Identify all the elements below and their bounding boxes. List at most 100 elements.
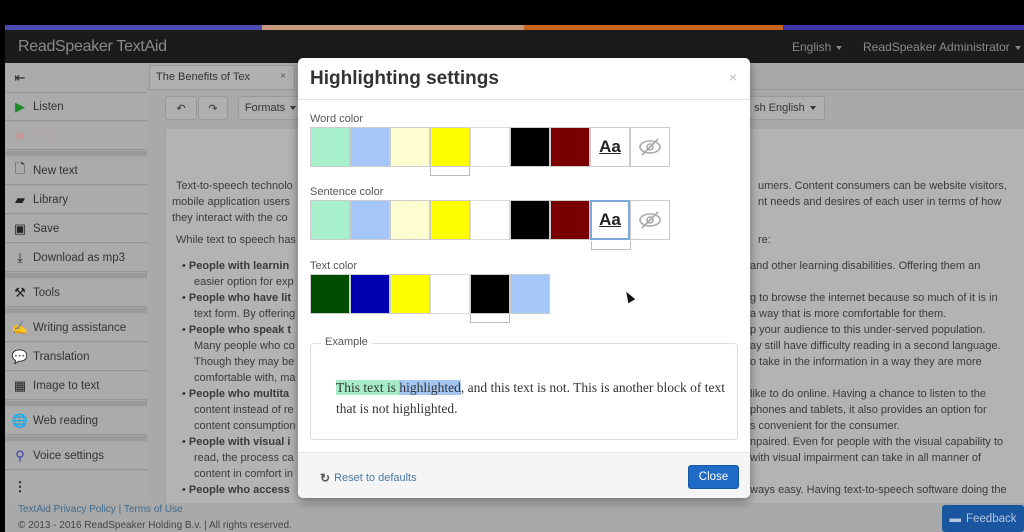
sidebar-item-image-to-text[interactable]: ▦ Image to text [5,372,147,400]
text-line: with visual impairment can take in all m… [750,452,982,464]
text-color-swatch[interactable] [390,274,430,314]
selected-indicator [470,314,510,323]
privacy-policy-link[interactable]: TextAid Privacy Policy [18,504,116,515]
text-line [750,466,1007,482]
sidebar-item-label: Download as mp3 [33,251,126,264]
sentence-color-picker: Aa [310,200,670,250]
sidebar-item-label: Writing assistance [33,321,127,334]
text-line: nt needs and desires of each user in ter… [758,196,1002,208]
redo-button[interactable]: ↷ [198,96,228,120]
word-color-swatch[interactable] [390,127,430,167]
reset-to-defaults-link[interactable]: ↻ Reset to defaults [320,471,417,485]
text-line: read, the process ca [194,452,294,464]
word-color-swatch[interactable] [510,127,550,167]
close-icon[interactable]: × [729,69,737,85]
word-color-swatch[interactable] [430,127,470,176]
sidebar-item-stop[interactable]: ■ Stop [5,122,147,150]
text-line: o take in the information in a way they … [750,356,982,368]
document-paragraph-left: Text-to-speech technolo mobile applicati… [172,178,296,248]
screen-top-bar [0,0,1024,25]
copyright-text: © 2013 - 2016 ReadSpeaker Holding B.v. |… [18,520,292,531]
dialog-footer: ↻ Reset to defaults Close [298,452,750,498]
sidebar-item-label: Stop [33,129,57,142]
terms-of-use-link[interactable]: Terms of Use [124,504,183,515]
sidebar-item-label: Voice settings [33,449,104,462]
text-line [750,370,1007,386]
sentence-color-swatch[interactable] [510,200,550,240]
text-line: content instead of re [194,404,294,416]
word-color-swatch[interactable] [470,127,510,167]
sidebar-item-tools[interactable]: ⚒ Tools [5,279,147,307]
sentence-color-label: Sentence color [310,186,384,198]
sentence-color-swatch[interactable] [550,200,590,240]
text-color-swatch[interactable] [430,274,470,314]
selected-indicator [430,167,470,176]
sidebar-item-web-reading[interactable]: 🌐 Web reading [5,407,147,435]
sentence-color-no-highlight-option[interactable] [630,200,670,240]
sidebar-item-save[interactable]: ▣ Save [5,215,147,243]
sidebar-item-translation[interactable]: 💬 Translation [5,343,147,371]
text-color-swatch[interactable] [350,274,390,314]
text-line: g to browse the internet because so much… [750,292,998,304]
text-line [758,210,1007,226]
document-tab[interactable]: The Benefits of Tex × [149,65,295,89]
word-color-swatch[interactable] [350,127,390,167]
globe-icon: 🌐 [11,412,29,428]
caret-down-icon [290,106,297,110]
sentence-color-swatch[interactable] [430,200,470,240]
footer-separator: | [118,504,122,515]
sentence-color-swatch[interactable] [390,200,430,240]
sentence-color-swatch[interactable] [350,200,390,240]
sidebar-more-button[interactable]: ⋮ [5,471,147,503]
sidebar-item-new-text[interactable]: 🗋 New text [5,157,147,185]
image-text-icon: ▦ [13,377,27,393]
text-color-swatch[interactable] [310,274,350,314]
language-menu[interactable]: English [792,40,843,54]
undo-button[interactable]: ↶ [165,96,197,120]
word-color-underline-option[interactable]: Aa [590,127,630,167]
sentence-color-swatch[interactable] [310,200,350,240]
highlighted-sentence: This text is [336,380,400,395]
feedback-button[interactable]: ▬ Feedback [942,505,1024,532]
voice-language-dropdown[interactable]: sh English [740,96,825,120]
word-color-picker: Aa [310,127,670,176]
tools-icon: ⚒ [14,284,26,300]
bullet-list-right: and other learning disabilities. Offerin… [750,258,1007,498]
sidebar-item-writing-assistance[interactable]: ✍ Writing assistance [5,314,147,342]
sidebar-item-voice-settings[interactable]: ⚲ Voice settings [5,442,147,470]
text-line: Though they may be [194,356,295,368]
close-tab-icon[interactable]: × [280,71,286,82]
document-icon: 🗋 [14,160,26,176]
sidebar-item-listen[interactable]: ▶ Listen [5,93,147,121]
sentence-color-underline-option[interactable]: Aa [590,200,631,250]
text-color-label: Text color [310,260,358,272]
text-color-picker [310,274,550,323]
document-paragraph-right: umers. Content consumers can be website … [758,178,1007,248]
sentence-color-swatch[interactable] [470,200,510,240]
folder-icon: ▰ [15,191,25,207]
bullet-item: • People who access [182,484,290,496]
text-color-swatch[interactable] [510,274,550,314]
stop-icon: ■ [16,128,24,143]
word-color-no-highlight-option[interactable] [630,127,670,167]
word-color-swatch[interactable] [310,127,350,167]
sidebar-item-label: Save [33,222,60,235]
close-button[interactable]: Close [688,465,739,489]
text-line: mobile application users [172,196,291,208]
app-brand[interactable]: ReadSpeaker TextAid [18,38,167,56]
sidebar-collapse-button[interactable]: ⇤ [5,63,147,93]
sidebar-item-label: Translation [33,350,90,363]
sidebar-item-download-mp3[interactable]: ⤓ Download as mp3 [5,244,147,272]
example-legend: Example [321,336,372,348]
caret-down-icon [836,45,843,50]
sidebar-divider [5,436,147,441]
text-line: easier option for exp [194,276,294,288]
user-menu[interactable]: ReadSpeaker Administrator [863,40,1021,54]
word-color-swatch[interactable] [550,127,590,167]
formats-dropdown[interactable]: Formats [238,96,303,120]
language-menu-label: English [792,40,832,54]
text-line: they interact with the co [172,212,288,224]
sidebar-item-library[interactable]: ▰ Library [5,186,147,214]
text-color-swatch[interactable] [470,274,510,323]
sidebar-item-label: Library [33,193,69,206]
